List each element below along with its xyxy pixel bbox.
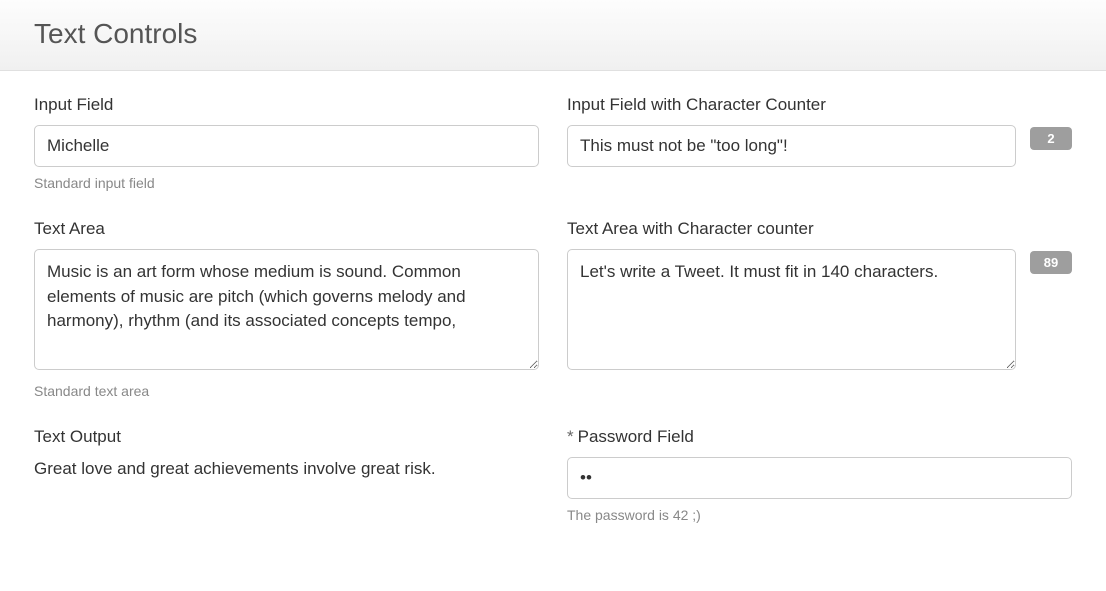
- col-text-output: Text Output Great love and great achieve…: [34, 427, 539, 523]
- input-counter-badge: 2: [1030, 127, 1072, 150]
- input-counter-field[interactable]: [567, 125, 1016, 167]
- input-field[interactable]: [34, 125, 539, 167]
- col-textarea: Text Area Standard text area: [34, 219, 539, 399]
- label-password-text: Password Field: [578, 427, 694, 446]
- row-inputs: Input Field Standard input field Input F…: [34, 95, 1072, 191]
- hint-password: The password is 42 ;): [567, 507, 1072, 523]
- col-textarea-counter: Text Area with Character counter 89: [567, 219, 1072, 399]
- hint-textarea: Standard text area: [34, 383, 539, 399]
- label-text-output: Text Output: [34, 427, 539, 447]
- col-input-field: Input Field Standard input field: [34, 95, 539, 191]
- row-textareas: Text Area Standard text area Text Area w…: [34, 219, 1072, 399]
- textarea-field[interactable]: [34, 249, 539, 370]
- textarea-counter-wrap: 89: [567, 249, 1072, 370]
- textarea-counter-field[interactable]: [567, 249, 1016, 370]
- input-counter-wrap: 2: [567, 125, 1072, 167]
- col-input-counter: Input Field with Character Counter 2: [567, 95, 1072, 191]
- label-input-counter: Input Field with Character Counter: [567, 95, 1072, 115]
- label-textarea: Text Area: [34, 219, 539, 239]
- hint-input-field: Standard input field: [34, 175, 539, 191]
- label-textarea-counter: Text Area with Character counter: [567, 219, 1072, 239]
- label-password: *Password Field: [567, 427, 1072, 447]
- textarea-counter-badge: 89: [1030, 251, 1072, 274]
- content: Input Field Standard input field Input F…: [0, 71, 1106, 591]
- label-input-field: Input Field: [34, 95, 539, 115]
- col-password: *Password Field The password is 42 ;): [567, 427, 1072, 523]
- required-mark: *: [567, 427, 574, 446]
- row-output-password: Text Output Great love and great achieve…: [34, 427, 1072, 523]
- text-output-value: Great love and great achievements involv…: [34, 457, 539, 481]
- page-title: Text Controls: [34, 18, 1072, 50]
- password-field[interactable]: [567, 457, 1072, 499]
- page-header: Text Controls: [0, 0, 1106, 71]
